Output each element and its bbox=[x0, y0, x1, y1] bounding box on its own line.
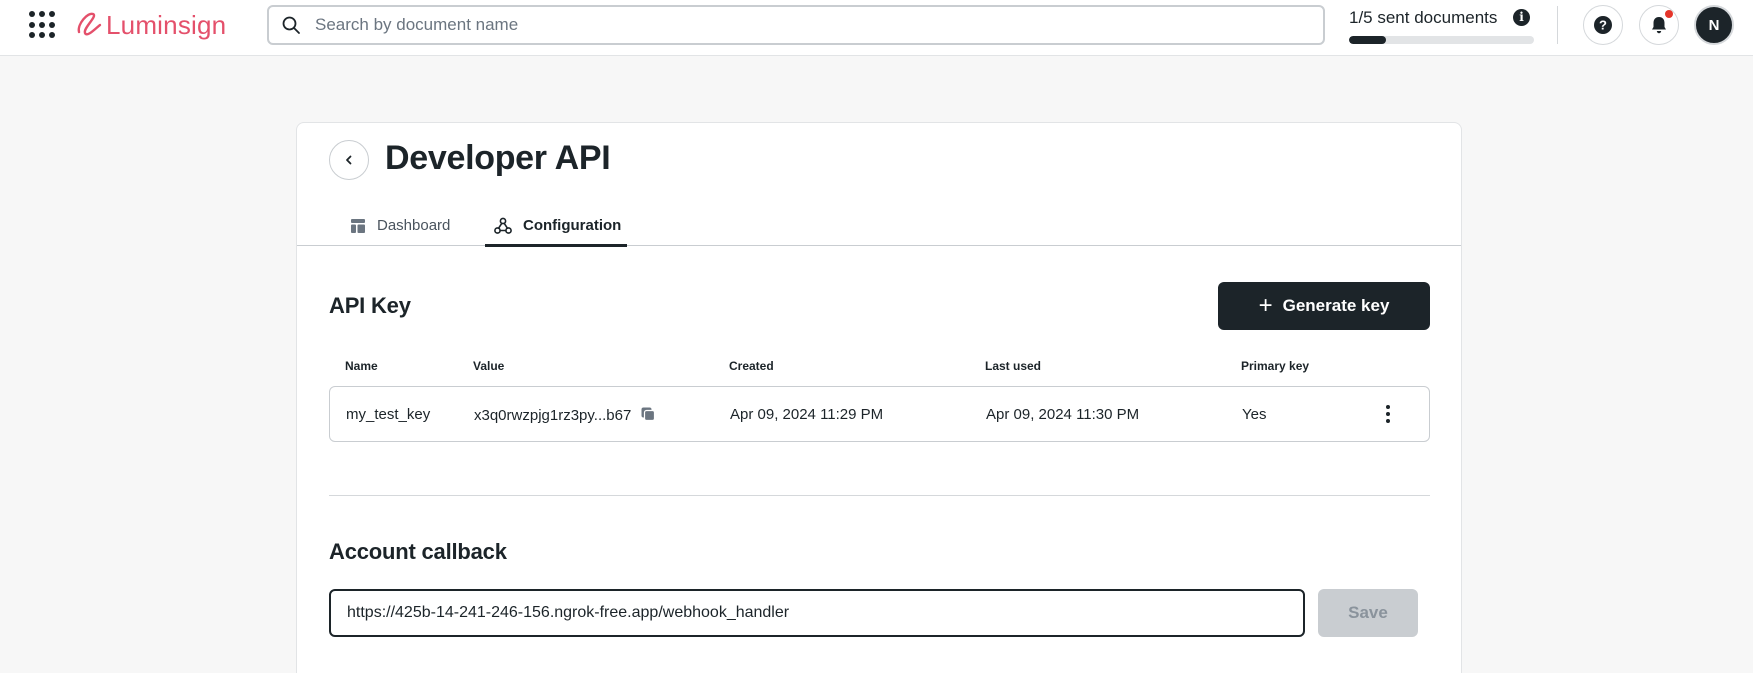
tab-dashboard-label: Dashboard bbox=[377, 217, 451, 234]
plus-icon: + bbox=[1258, 292, 1273, 319]
quota-progress-bar bbox=[1349, 36, 1534, 44]
key-last-used: Apr 09, 2024 11:30 PM bbox=[986, 406, 1140, 423]
tab-bar: Dashboard Configuration bbox=[297, 205, 1461, 247]
notification-dot bbox=[1665, 10, 1673, 18]
tab-configuration[interactable]: Configuration bbox=[485, 205, 628, 247]
key-primary: Yes bbox=[1242, 406, 1267, 423]
more-options-icon[interactable] bbox=[1376, 401, 1400, 427]
search-box[interactable] bbox=[267, 5, 1325, 45]
search-input[interactable] bbox=[315, 15, 1295, 35]
key-name: my_test_key bbox=[346, 406, 431, 423]
notifications-button[interactable] bbox=[1639, 5, 1679, 45]
help-icon: ? bbox=[1594, 16, 1612, 34]
developer-api-card: Developer API Dashboard Configuration AP… bbox=[296, 122, 1462, 673]
dashboard-icon bbox=[351, 218, 365, 233]
copy-icon[interactable] bbox=[640, 406, 656, 422]
page-title: Developer API bbox=[385, 139, 611, 177]
column-header-primary-key: Primary key bbox=[1241, 359, 1310, 373]
column-header-name: Name bbox=[345, 359, 378, 373]
column-header-value: Value bbox=[473, 359, 505, 373]
chevron-left-icon bbox=[346, 155, 352, 165]
help-button[interactable]: ? bbox=[1583, 5, 1623, 45]
column-header-created: Created bbox=[729, 359, 774, 373]
key-created: Apr 09, 2024 11:29 PM bbox=[730, 406, 884, 423]
quota-progress-fill bbox=[1349, 36, 1386, 44]
key-value-cell: x3q0rwzpjg1rz3py...b67 bbox=[474, 406, 656, 424]
apps-grid-icon[interactable] bbox=[28, 10, 58, 40]
top-bar: Luminsign 1/5 sent documents i ? N bbox=[0, 0, 1753, 56]
quota-text: 1/5 sent documents bbox=[1349, 8, 1498, 27]
bell-icon bbox=[1652, 17, 1666, 34]
key-value: x3q0rwzpjg1rz3py...b67 bbox=[474, 407, 632, 424]
column-header-last-used: Last used bbox=[985, 359, 1042, 373]
back-button[interactable] bbox=[329, 140, 369, 180]
luminsign-logo[interactable]: Luminsign bbox=[74, 8, 226, 42]
tab-configuration-label: Configuration bbox=[523, 217, 622, 234]
search-icon bbox=[282, 16, 300, 34]
generate-key-button[interactable]: + Generate key bbox=[1218, 282, 1430, 330]
tab-dashboard[interactable]: Dashboard bbox=[349, 205, 450, 246]
svg-text:?: ? bbox=[1599, 18, 1607, 33]
section-divider bbox=[329, 495, 1430, 496]
api-key-section-title: API Key bbox=[329, 293, 411, 318]
table-row: my_test_key x3q0rwzpjg1rz3py...b67 Apr 0… bbox=[329, 386, 1430, 442]
save-button[interactable]: Save bbox=[1318, 589, 1418, 637]
api-key-table-header: Name Value Created Last used Primary key bbox=[329, 359, 1430, 379]
info-icon[interactable]: i bbox=[1513, 9, 1530, 26]
luminsign-logo-mark-icon bbox=[77, 12, 102, 36]
header-divider bbox=[1557, 6, 1558, 44]
sent-documents-quota: 1/5 sent documents i bbox=[1349, 8, 1534, 44]
brand-name: Luminsign bbox=[106, 9, 227, 40]
callback-url-input[interactable] bbox=[329, 589, 1305, 637]
avatar[interactable]: N bbox=[1694, 5, 1734, 45]
account-callback-title: Account callback bbox=[329, 539, 507, 564]
webhook-icon bbox=[494, 217, 512, 234]
generate-key-label: Generate key bbox=[1282, 296, 1390, 315]
